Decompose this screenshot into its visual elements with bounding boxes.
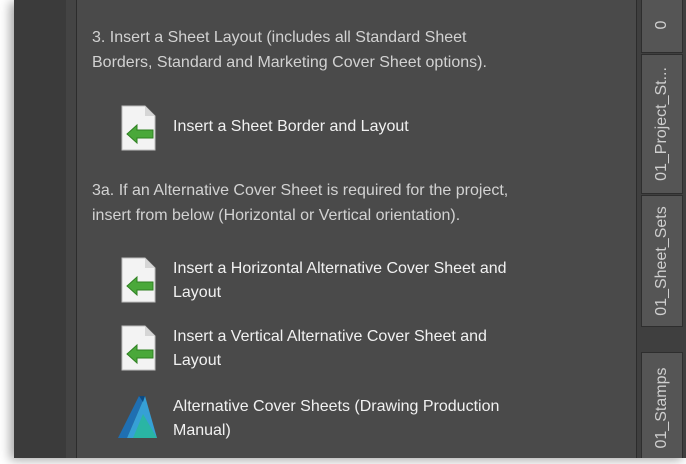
step3a-instruction: 3a. If an Alternative Cover Sheet is req… [92, 178, 508, 228]
insert-sheet-icon [121, 257, 156, 303]
insert-vertical-cover-sheet-button[interactable]: Insert a Vertical Alternative Cover Shee… [117, 322, 577, 376]
tab-label: 01_Project_St... [653, 67, 670, 181]
item-label: Insert a Sheet Border and Layout [173, 118, 409, 135]
item-label-line-2: Layout [173, 284, 222, 301]
item-label-line-2: Layout [173, 352, 222, 369]
tab-project-standards[interactable]: 01_Project_St... [641, 54, 683, 194]
tab-stamps[interactable]: 01_Stamps [641, 352, 683, 458]
step3a-line-2: insert from below (Horizontal or Vertica… [92, 207, 461, 224]
step3a-line-1: 3a. If an Alternative Cover Sheet is req… [92, 182, 509, 199]
step3-line-1: 3. Insert a Sheet Layout (includes all S… [92, 29, 467, 46]
autodesk-logo-icon [118, 396, 157, 438]
tab-0[interactable]: 0 [641, 0, 683, 53]
item-label-line-1: Alternative Cover Sheets (Drawing Produc… [173, 398, 500, 415]
step3-instruction: 3. Insert a Sheet Layout (includes all S… [92, 25, 487, 75]
insert-sheet-icon [121, 105, 156, 151]
item-label-line-2: Manual) [173, 422, 231, 439]
insert-sheet-border-button[interactable]: Insert a Sheet Border and Layout [117, 102, 517, 158]
palette-tab-bar: 0 01_Project_St... 01_Sheet_Sets 01_Stam… [636, 0, 686, 458]
tool-panel: 3. Insert a Sheet Layout (includes all S… [77, 0, 637, 458]
tab-label: 0 [653, 20, 670, 29]
tab-label: 01_Sheet_Sets [653, 206, 670, 316]
tab-sheet-sets[interactable]: 01_Sheet_Sets [641, 195, 683, 327]
insert-horizontal-cover-sheet-button[interactable]: Insert a Horizontal Alternative Cover Sh… [117, 254, 577, 308]
strip-divider [66, 0, 77, 458]
step3-line-2: Borders, Standard and Marketing Cover Sh… [92, 54, 487, 71]
tab-label: 01_Stamps [653, 367, 670, 449]
item-label-line-1: Insert a Horizontal Alternative Cover Sh… [173, 260, 507, 277]
tool-palette-window: 3. Insert a Sheet Layout (includes all S… [14, 0, 686, 458]
alternative-cover-sheets-manual-link[interactable]: Alternative Cover Sheets (Drawing Produc… [117, 392, 577, 446]
palette-title-strip[interactable] [14, 0, 67, 458]
insert-sheet-icon [121, 325, 156, 371]
item-label-line-1: Insert a Vertical Alternative Cover Shee… [173, 328, 487, 345]
